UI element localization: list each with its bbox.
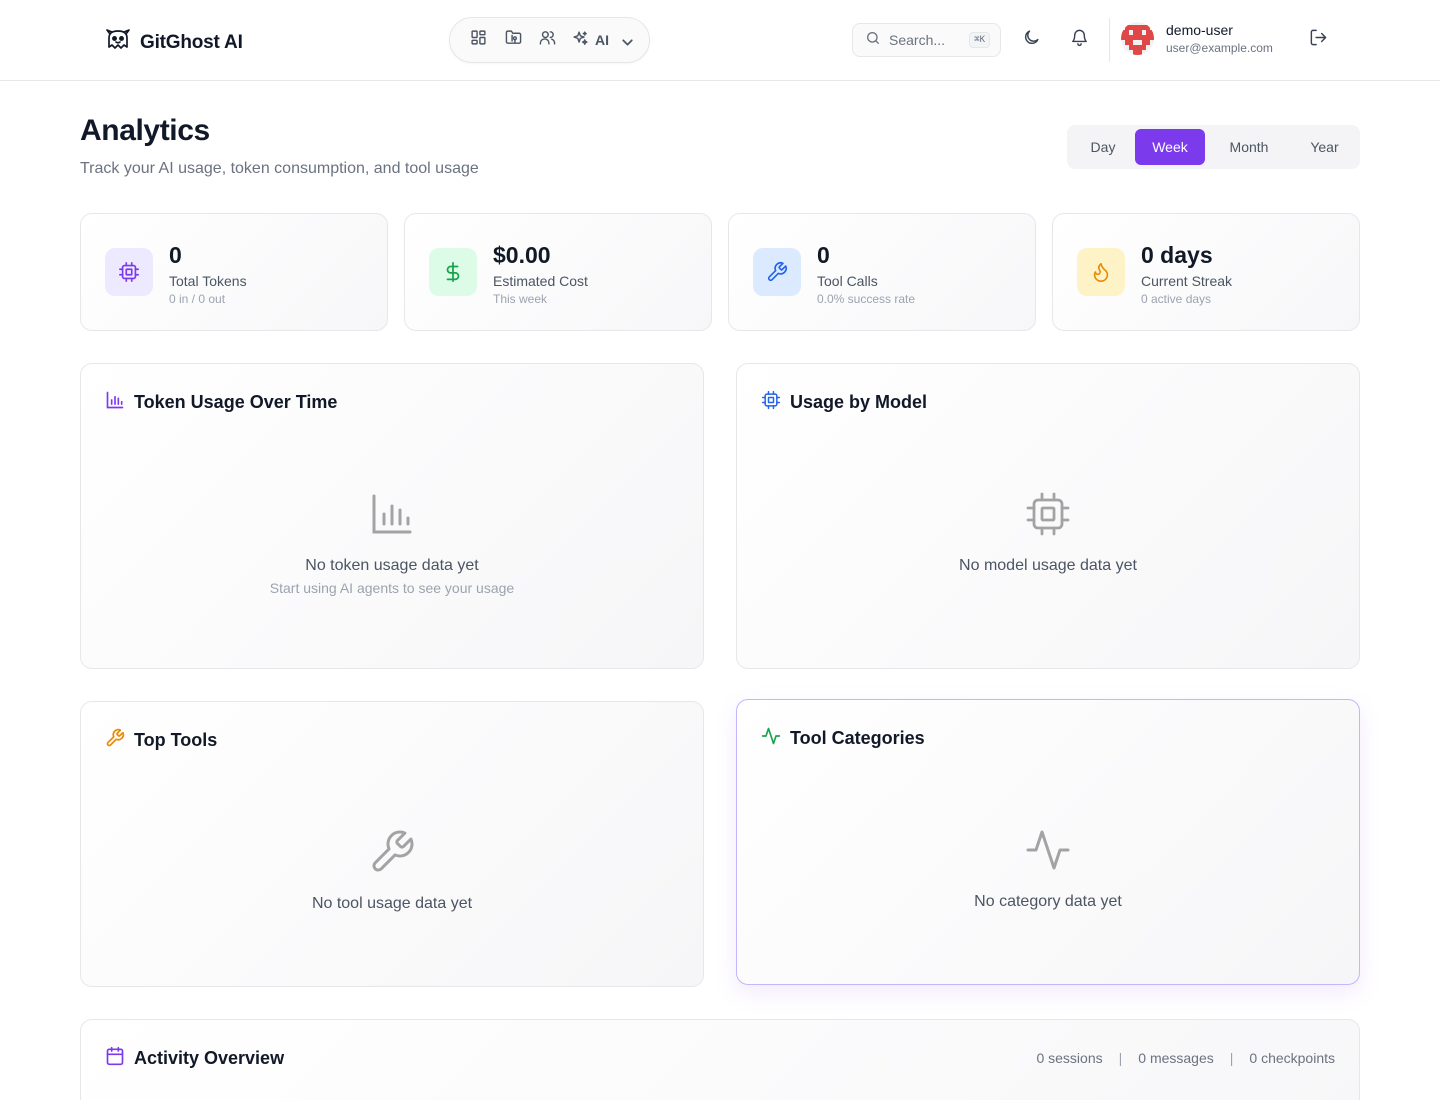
empty-hint: Start using AI agents to see your usage [269, 580, 515, 596]
calendar-icon [105, 1046, 125, 1071]
dashboard-icon [470, 29, 487, 51]
avatar [1121, 22, 1154, 55]
panel-tool-categories: Tool Categories No category data yet [736, 699, 1360, 985]
stat-label: Estimated Cost [493, 273, 588, 289]
panel-title: Top Tools [134, 730, 218, 750]
nav-ai-dropdown[interactable]: AI [566, 23, 637, 57]
dollar-icon [429, 248, 477, 296]
user-email: user@example.com [1166, 41, 1273, 55]
empty-message: No tool usage data yet [311, 895, 473, 912]
search-input[interactable]: Search... ⌘K [852, 23, 1001, 57]
range-week-button[interactable]: Week [1135, 129, 1205, 165]
brand[interactable]: GitGhost AI [104, 26, 243, 59]
stat-label: Current Streak [1141, 273, 1233, 289]
nav-team-button[interactable] [531, 23, 564, 57]
stat-label: Total Tokens [169, 273, 247, 289]
empty-state: No model usage data yet [737, 490, 1359, 575]
time-range-selector: Day Week Month Year [1067, 125, 1360, 169]
empty-message: No model usage data yet [959, 557, 1137, 574]
page-subtitle: Track your AI usage, token consumption, … [80, 160, 479, 177]
activity-stats: 0 sessions | 0 messages | 0 checkpoints [1036, 1050, 1335, 1066]
nav-dashboard-button[interactable] [462, 23, 495, 57]
panel-activity-overview: Activity Overview 0 sessions | 0 message… [80, 1019, 1360, 1100]
folder-git-icon [505, 29, 522, 51]
panel-top-tools: Top Tools No tool usage data yet [80, 701, 704, 987]
search-shortcut: ⌘K [969, 32, 990, 48]
activity-icon [1024, 826, 1072, 879]
top-navbar: GitGhost AI AI Search... ⌘K demo-user us… [0, 0, 1440, 81]
stat-value: 0 [817, 242, 830, 268]
panel-token-usage: Token Usage Over Time No token usage dat… [80, 363, 704, 669]
panel-usage-by-model: Usage by Model No model usage data yet [736, 363, 1360, 669]
checkpoints-count: 0 checkpoints [1249, 1050, 1335, 1066]
stat-card-current-streak: 0 days Current Streak 0 active days [1052, 213, 1360, 331]
search-icon [865, 30, 881, 51]
stat-sub: 0.0% success rate [817, 292, 916, 306]
separator: | [1118, 1050, 1123, 1066]
range-month-button[interactable]: Month [1205, 129, 1293, 165]
stat-value: 0 days [1141, 242, 1213, 268]
sparkles-icon [572, 30, 589, 50]
empty-state: No token usage data yet Start using AI a… [81, 490, 703, 596]
chevron-down-icon [619, 34, 633, 46]
logout-button[interactable] [1302, 24, 1334, 56]
range-day-button[interactable]: Day [1071, 129, 1135, 165]
user-menu[interactable]: demo-user user@example.com [1121, 22, 1273, 55]
messages-count: 0 messages [1138, 1050, 1214, 1066]
bar-chart-icon [105, 390, 125, 415]
empty-message: No token usage data yet [305, 557, 479, 574]
panel-title: Activity Overview [134, 1048, 285, 1068]
activity-icon [761, 726, 781, 751]
bar-chart-icon [368, 490, 416, 543]
nav-ai-label: AI [595, 32, 610, 48]
empty-message: No category data yet [974, 893, 1122, 910]
bell-icon [1070, 28, 1089, 52]
theme-toggle-button[interactable] [1015, 24, 1047, 56]
separator: | [1229, 1050, 1234, 1066]
header-divider [1109, 18, 1110, 62]
user-name: demo-user [1166, 22, 1233, 38]
stat-card-tool-calls: 0 Tool Calls 0.0% success rate [728, 213, 1036, 331]
panel-title: Token Usage Over Time [134, 392, 338, 412]
stat-sub: 0 active days [1141, 292, 1212, 306]
wrench-icon [105, 728, 125, 753]
cpu-icon [761, 390, 781, 415]
sessions-count: 0 sessions [1036, 1050, 1103, 1066]
moon-icon [1022, 28, 1041, 52]
stat-value: $0.00 [493, 242, 551, 268]
wrench-icon [368, 828, 416, 881]
panel-title: Usage by Model [790, 392, 928, 412]
notifications-button[interactable] [1063, 24, 1095, 56]
empty-state: No category data yet [737, 826, 1359, 911]
range-year-button[interactable]: Year [1293, 129, 1356, 165]
stat-label: Tool Calls [817, 273, 878, 289]
search-placeholder: Search... [889, 32, 946, 48]
stat-card-estimated-cost: $0.00 Estimated Cost This week [404, 213, 712, 331]
cpu-icon [105, 248, 153, 296]
flame-icon [1077, 248, 1125, 296]
cpu-icon [1024, 490, 1072, 543]
app-name: GitGhost AI [140, 31, 243, 53]
empty-state: No tool usage data yet [81, 828, 703, 913]
nav-repositories-button[interactable] [497, 23, 530, 57]
wrench-icon [753, 248, 801, 296]
stat-sub: This week [493, 292, 548, 306]
ghost-logo-icon [104, 26, 132, 59]
panel-title: Tool Categories [790, 728, 925, 748]
stat-value: 0 [169, 242, 182, 268]
main-nav: AI [449, 17, 650, 63]
stat-card-total-tokens: 0 Total Tokens 0 in / 0 out [80, 213, 388, 331]
stat-sub: 0 in / 0 out [169, 292, 226, 306]
users-icon [539, 29, 556, 51]
page-title: Analytics [80, 114, 210, 147]
logout-icon [1309, 28, 1328, 52]
